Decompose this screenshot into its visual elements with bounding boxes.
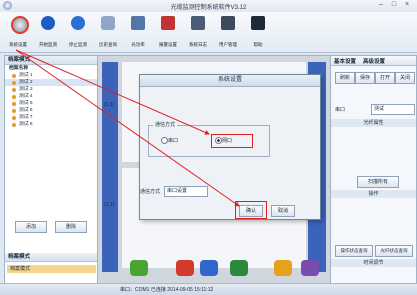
arrow-to-network bbox=[15, 49, 210, 135]
arrow-to-ok bbox=[15, 49, 240, 207]
annotation-arrows bbox=[15, 49, 240, 207]
